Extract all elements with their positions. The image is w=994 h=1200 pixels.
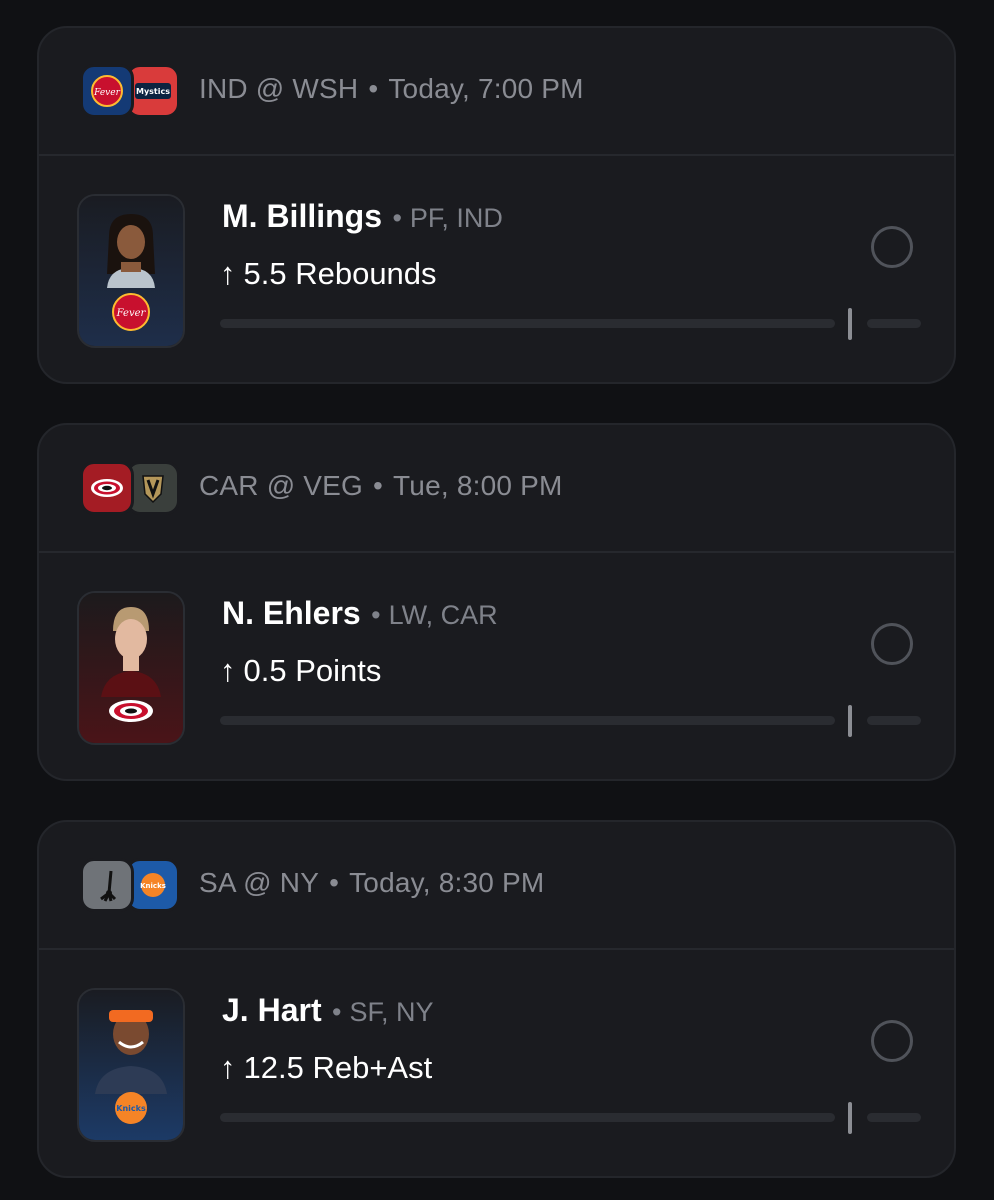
progress-track bbox=[220, 319, 835, 328]
matchup: SA @ NY bbox=[199, 867, 320, 898]
game-info: IND @ WSH • Today, 7:00 PM bbox=[199, 73, 584, 105]
prop-value: 12.5 Reb+Ast bbox=[243, 1050, 433, 1085]
position-text: SF, NY bbox=[349, 997, 434, 1027]
player-position: • PF, IND bbox=[392, 203, 502, 233]
spurs-logo-icon bbox=[80, 858, 134, 912]
select-radio[interactable] bbox=[871, 1020, 913, 1062]
prop-card[interactable]: Fever Mystics IND @ WSH • Today, 7:00 PM bbox=[37, 26, 956, 384]
progress-marker bbox=[848, 705, 852, 737]
arrow-up-icon: ↑ bbox=[220, 653, 236, 688]
arrow-up-icon: ↑ bbox=[220, 256, 236, 291]
svg-text:Fever: Fever bbox=[93, 88, 120, 98]
game-info: CAR @ VEG • Tue, 8:00 PM bbox=[199, 470, 563, 502]
separator-dot: • bbox=[371, 600, 381, 630]
team-logos: Fever Mystics bbox=[80, 64, 180, 118]
progress-track bbox=[220, 716, 835, 725]
progress-marker bbox=[848, 308, 852, 340]
separator-dot: • bbox=[332, 997, 342, 1027]
matchup: CAR @ VEG bbox=[199, 470, 364, 501]
team-logos: Knicks bbox=[80, 858, 180, 912]
player-position: • SF, NY bbox=[332, 997, 433, 1027]
player-photo: Fever bbox=[77, 194, 185, 348]
team-logos bbox=[80, 461, 180, 515]
position-text: LW, CAR bbox=[388, 600, 498, 630]
player-position: • LW, CAR bbox=[371, 600, 497, 630]
progress-marker bbox=[848, 1102, 852, 1134]
prop-line: ↑ 5.5 Rebounds bbox=[220, 256, 437, 292]
game-header: Knicks SA @ NY • Today, 8:30 PM bbox=[39, 822, 954, 950]
progress-tail bbox=[867, 716, 921, 725]
matchup: IND @ WSH bbox=[199, 73, 359, 104]
svg-text:Mystics: Mystics bbox=[136, 87, 170, 96]
prop-line: ↑ 0.5 Points bbox=[220, 653, 381, 689]
game-header: Fever Mystics IND @ WSH • Today, 7:00 PM bbox=[39, 28, 954, 156]
progress-tail bbox=[867, 1113, 921, 1122]
game-header: CAR @ VEG • Tue, 8:00 PM bbox=[39, 425, 954, 553]
svg-text:Fever: Fever bbox=[116, 308, 147, 319]
player-name: N. Ehlers bbox=[222, 595, 361, 631]
player-photo: Knicks bbox=[77, 988, 185, 1142]
golden-knights-logo-icon bbox=[126, 461, 180, 515]
prop-line: ↑ 12.5 Reb+Ast bbox=[220, 1050, 432, 1086]
prop-card[interactable]: Knicks SA @ NY • Today, 8:30 PM Knicks J… bbox=[37, 820, 956, 1178]
hurricanes-logo-icon bbox=[80, 461, 134, 515]
select-radio[interactable] bbox=[871, 226, 913, 268]
select-radio[interactable] bbox=[871, 623, 913, 665]
prop-card[interactable]: CAR @ VEG • Tue, 8:00 PM N. Ehlers • LW, CA… bbox=[37, 423, 956, 781]
game-time: Today, 7:00 PM bbox=[388, 73, 584, 104]
knicks-logo-icon: Knicks bbox=[126, 858, 180, 912]
player-line: M. Billings • PF, IND bbox=[222, 198, 503, 235]
player-photo bbox=[77, 591, 185, 745]
separator-dot: • bbox=[368, 73, 379, 104]
player-name: J. Hart bbox=[222, 992, 322, 1028]
prop-value: 5.5 Rebounds bbox=[243, 256, 437, 291]
game-info: SA @ NY • Today, 8:30 PM bbox=[199, 867, 544, 899]
svg-text:Knicks: Knicks bbox=[116, 1104, 146, 1113]
game-time: Tue, 8:00 PM bbox=[393, 470, 563, 501]
arrow-up-icon: ↑ bbox=[220, 1050, 236, 1085]
separator-dot: • bbox=[373, 470, 384, 501]
separator-dot: • bbox=[392, 203, 402, 233]
position-text: PF, IND bbox=[409, 203, 503, 233]
progress-track bbox=[220, 1113, 835, 1122]
mystics-logo-icon: Mystics bbox=[126, 64, 180, 118]
separator-dot: • bbox=[329, 867, 340, 898]
fever-logo-icon: Fever bbox=[80, 64, 134, 118]
progress-tail bbox=[867, 319, 921, 328]
svg-text:Knicks: Knicks bbox=[140, 882, 166, 890]
game-time: Today, 8:30 PM bbox=[349, 867, 545, 898]
player-line: N. Ehlers • LW, CAR bbox=[222, 595, 498, 632]
player-name: M. Billings bbox=[222, 198, 382, 234]
prop-value: 0.5 Points bbox=[243, 653, 382, 688]
player-line: J. Hart • SF, NY bbox=[222, 992, 434, 1029]
